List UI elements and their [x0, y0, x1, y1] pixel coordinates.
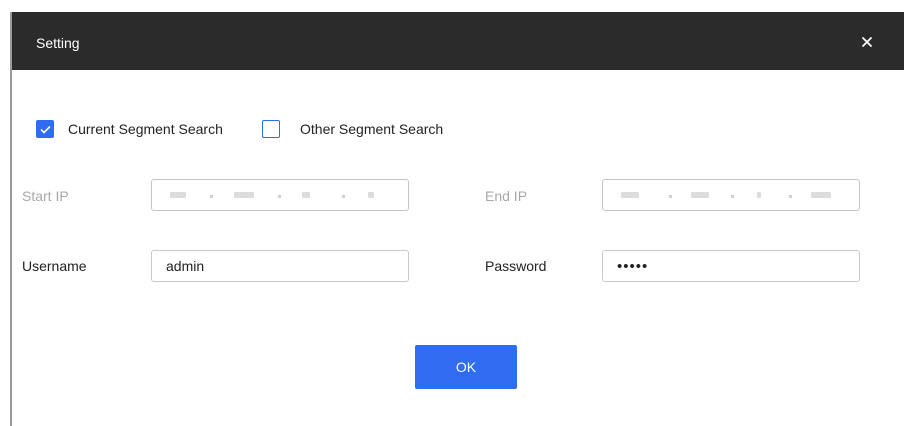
- username-field-wrap: [151, 250, 409, 282]
- password-input[interactable]: [603, 251, 859, 281]
- password-field-wrap: [602, 250, 860, 282]
- end-ip-field: [602, 179, 860, 211]
- username-input[interactable]: [152, 251, 408, 281]
- password-label: Password: [485, 258, 547, 274]
- username-label: Username: [22, 258, 87, 274]
- dialog-title: Setting: [36, 35, 80, 51]
- other-segment-checkbox[interactable]: [262, 120, 280, 138]
- current-segment-checkbox[interactable]: [36, 120, 54, 138]
- setting-dialog: Setting Current Segment Search Other Seg…: [10, 12, 904, 426]
- other-segment-label[interactable]: Other Segment Search: [300, 121, 443, 137]
- close-icon[interactable]: [858, 33, 876, 51]
- end-ip-label: End IP: [485, 188, 528, 204]
- ok-button[interactable]: OK: [415, 345, 517, 389]
- dialog-titlebar: Setting: [12, 12, 904, 70]
- window-top-strip: [0, 0, 904, 12]
- current-segment-label[interactable]: Current Segment Search: [68, 121, 223, 137]
- start-ip-label: Start IP: [22, 188, 69, 204]
- start-ip-field: [151, 179, 409, 211]
